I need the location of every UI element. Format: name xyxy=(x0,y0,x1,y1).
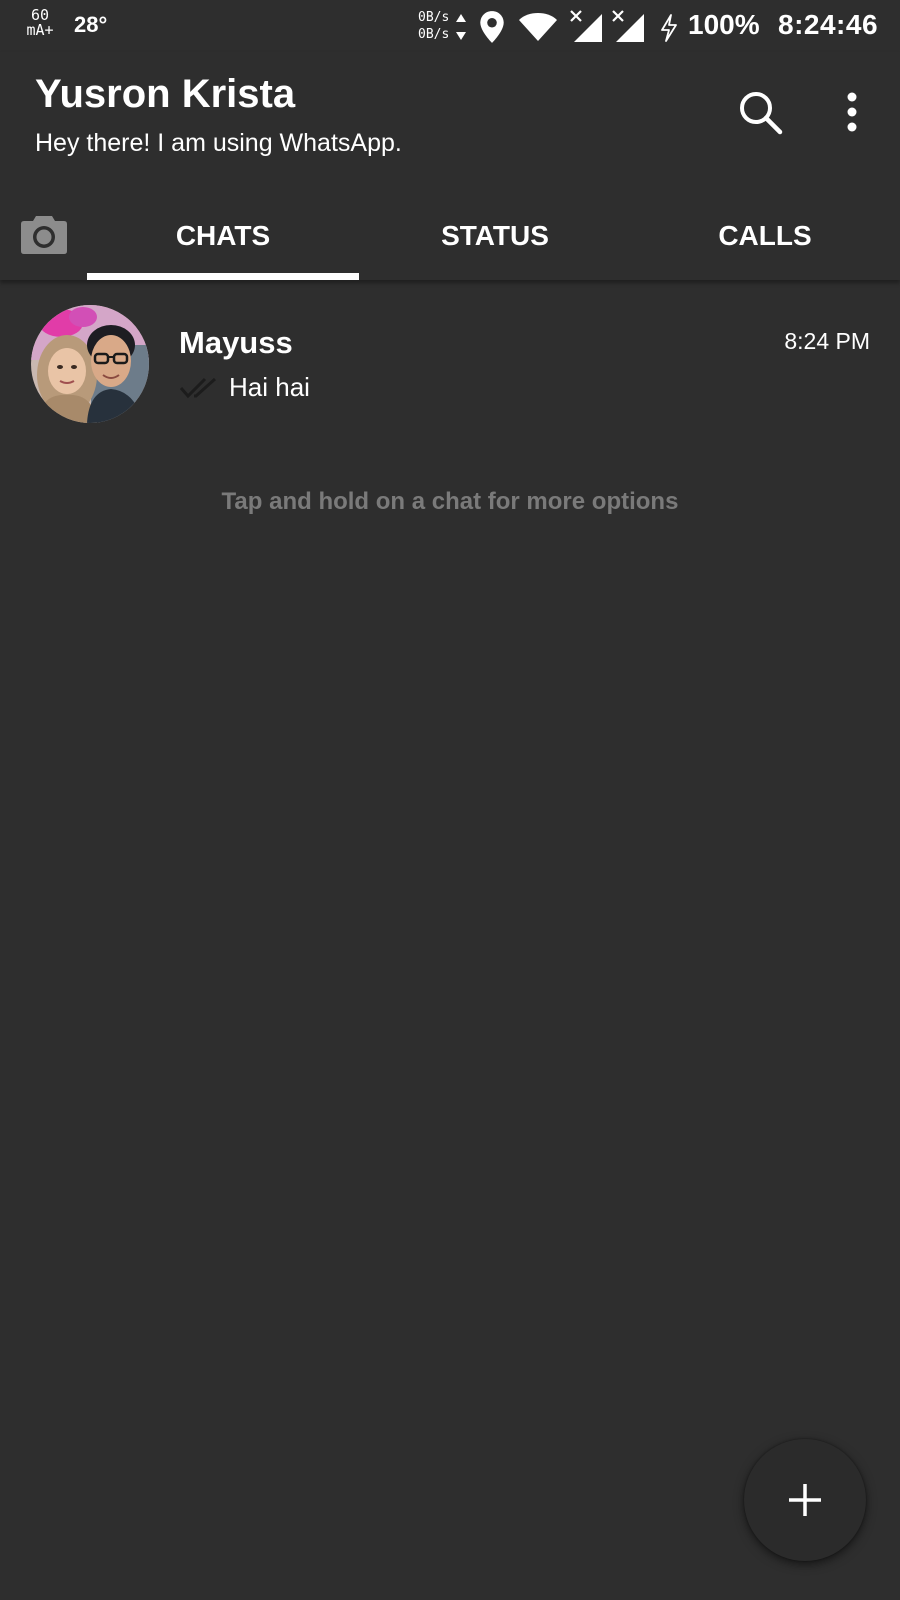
chat-list-item[interactable]: Mayuss 8:24 PM Hai hai xyxy=(0,290,900,438)
plus-icon xyxy=(789,1484,821,1516)
avatar[interactable] xyxy=(31,305,149,423)
hint-text: Tap and hold on a chat for more options xyxy=(221,488,679,515)
signal-icon xyxy=(570,10,602,42)
charging-icon xyxy=(661,14,677,42)
battery-level: 100% xyxy=(688,9,760,40)
tab-status[interactable]: STATUS xyxy=(359,192,631,280)
camera-icon[interactable] xyxy=(20,213,68,255)
chat-name: Mayuss xyxy=(179,325,293,360)
location-icon xyxy=(480,11,504,43)
avatar-photo xyxy=(31,305,149,423)
status-bar: 60 mA+ 28° 0B/s 0B/s 100% 8:24:46 xyxy=(0,0,900,52)
search-icon[interactable] xyxy=(736,88,786,138)
current-unit: mA+ xyxy=(26,21,54,39)
profile-name[interactable]: Yusron Krista xyxy=(35,72,295,117)
whatsapp-screen: 60 mA+ 28° 0B/s 0B/s 100% 8:24:46 Yusron… xyxy=(0,0,900,1600)
chat-last-message: Hai hai xyxy=(229,372,310,402)
chat-time: 8:24 PM xyxy=(784,328,870,354)
more-options-icon[interactable] xyxy=(832,88,872,138)
tab-bar: CHATS STATUS CALLS xyxy=(0,192,900,280)
tab-calls[interactable]: CALLS xyxy=(629,192,900,280)
net-down: 0B/s xyxy=(418,27,450,42)
profile-status[interactable]: Hey there! I am using WhatsApp. xyxy=(35,129,402,158)
wifi-icon xyxy=(519,13,557,41)
new-chat-button[interactable] xyxy=(744,1439,866,1561)
signal-icon xyxy=(612,10,644,42)
current-indicator: 60 mA+ xyxy=(20,8,60,38)
network-speed: 0B/s 0B/s xyxy=(418,9,449,43)
net-up: 0B/s xyxy=(418,10,450,25)
tab-chats[interactable]: CHATS xyxy=(87,192,359,280)
up-down-arrows-icon xyxy=(456,14,466,40)
double-check-icon xyxy=(179,377,217,399)
app-bar: Yusron Krista Hey there! I am using What… xyxy=(0,52,900,280)
active-tab-indicator xyxy=(87,273,359,280)
temperature: 28° xyxy=(74,12,108,37)
clock: 8:24:46 xyxy=(778,9,879,40)
